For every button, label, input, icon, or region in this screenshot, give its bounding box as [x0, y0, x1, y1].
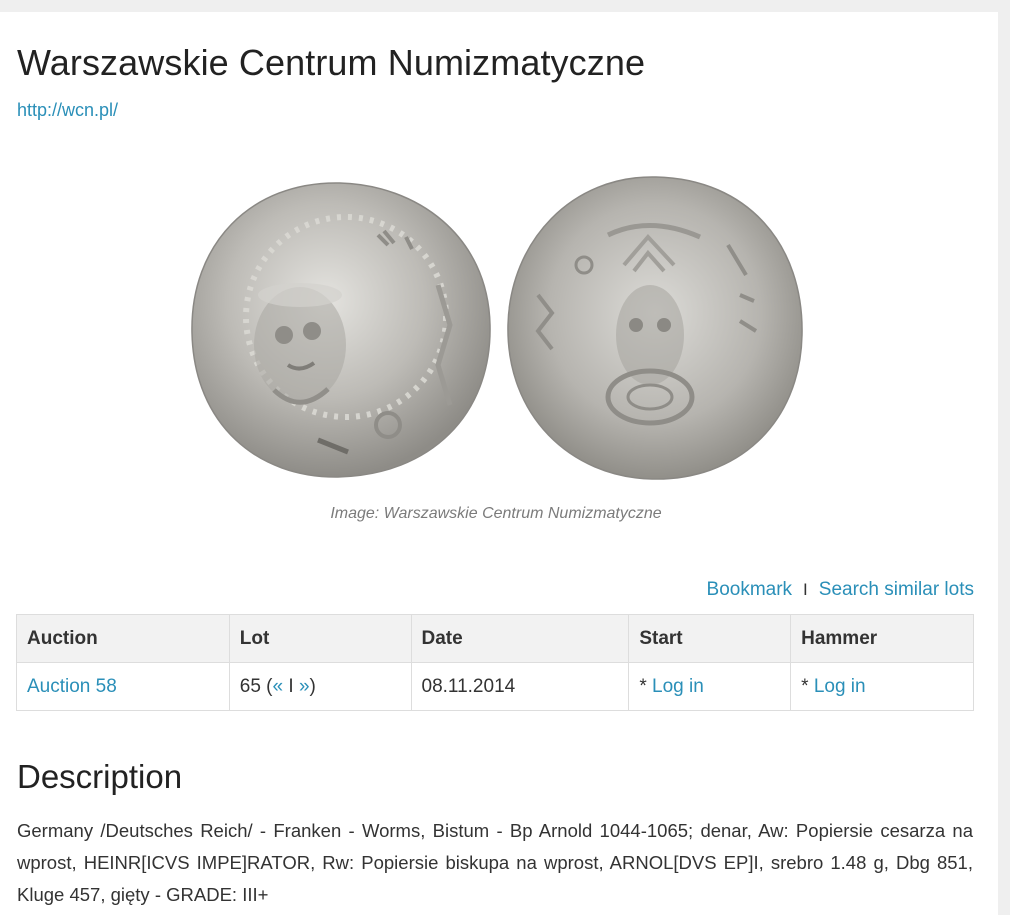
- lot-info-table: Auction Lot Date Start Hammer Auction 58…: [16, 614, 974, 711]
- description-heading: Description: [17, 758, 183, 795]
- column-header-lot: Lot: [228, 614, 412, 663]
- page-title: Warszawskie Centrum Numizmatyczne: [17, 42, 646, 83]
- coin-reverse: [507, 176, 803, 480]
- hammer-prefix: *: [801, 675, 814, 697]
- description-text: Germany /Deutsches Reich/ - Franken - Wo…: [17, 820, 973, 905]
- action-separator: I: [803, 580, 808, 599]
- search-similar-lots-link[interactable]: Search similar lots: [819, 579, 974, 601]
- coin-obverse: [191, 182, 491, 478]
- start-login-link[interactable]: Log in: [652, 676, 704, 697]
- image-caption: Image: Warszawskie Centrum Numizmatyczne: [330, 505, 662, 522]
- lot-number: 65: [239, 675, 261, 697]
- lot-paren-close: ): [309, 675, 316, 697]
- next-lot-link[interactable]: »: [299, 676, 310, 697]
- lot-nav-separator: I: [283, 675, 299, 697]
- lot-page-card: Warszawskie Centrum Numizmatyczne http:/…: [0, 12, 998, 915]
- bookmark-link[interactable]: Bookmark: [707, 579, 793, 601]
- column-header-date: Date: [410, 614, 630, 663]
- auction-cell: Auction 58: [16, 662, 230, 711]
- hammer-login-link[interactable]: Log in: [814, 676, 866, 697]
- column-header-hammer: Hammer: [790, 614, 974, 663]
- date-cell: 08.11.2014: [410, 662, 630, 711]
- table-header-row: Auction Lot Date Start Hammer: [16, 614, 974, 663]
- previous-lot-link[interactable]: «: [273, 676, 284, 697]
- start-prefix: *: [639, 675, 652, 697]
- lot-paren-open: (: [260, 675, 273, 697]
- lot-actions: Bookmark I Search similar lots: [707, 579, 974, 601]
- auction-house-url-link[interactable]: http://wcn.pl/: [17, 100, 118, 121]
- column-header-start: Start: [628, 614, 792, 663]
- start-cell: * Log in: [628, 662, 792, 711]
- lot-cell: 65 (« I »): [228, 662, 412, 711]
- table-row: Auction 58 65 (« I ») 08.11.2014 * Log i…: [16, 662, 974, 711]
- coin-image[interactable]: [188, 175, 806, 485]
- hammer-cell: * Log in: [790, 662, 974, 711]
- auction-link[interactable]: Auction 58: [27, 676, 117, 697]
- column-header-auction: Auction: [16, 614, 230, 663]
